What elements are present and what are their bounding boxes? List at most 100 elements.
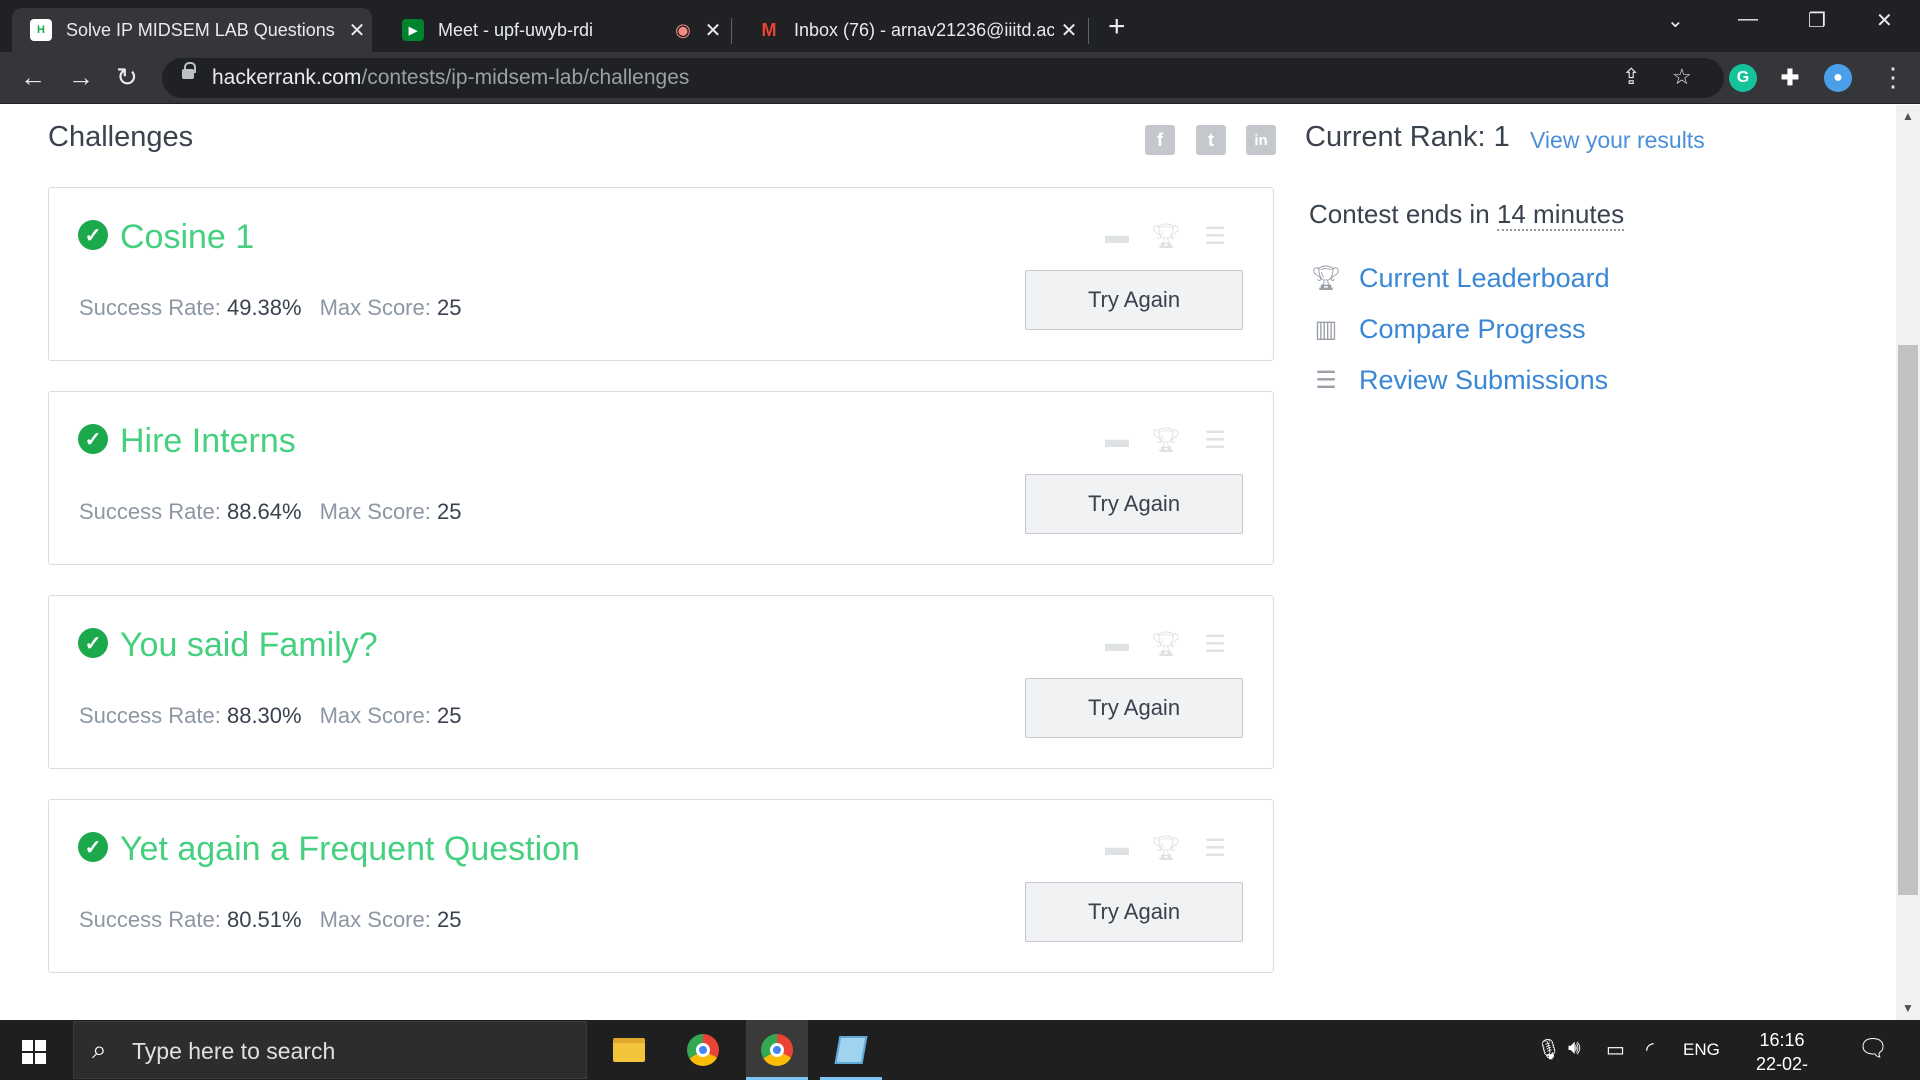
list-icon[interactable]: ☰ xyxy=(1201,834,1229,862)
contest-countdown: Contest ends in 14 minutes xyxy=(1309,199,1625,231)
twitter-share-icon[interactable]: t xyxy=(1196,125,1226,155)
challenge-card-cosine-1: ✓ Cosine 1 Success Rate: 49.38% Max Score… xyxy=(48,187,1274,361)
tab-search-chevron-icon[interactable]: ⌄ xyxy=(1667,8,1684,33)
close-icon[interactable]: ✕ xyxy=(342,18,372,43)
minimize-icon[interactable]: — xyxy=(1738,8,1758,31)
wifi-icon[interactable]: ◜ xyxy=(1646,1037,1654,1062)
share-icon[interactable]: ⇪ xyxy=(1622,64,1640,90)
challenge-title[interactable]: Cosine 1 xyxy=(120,218,254,257)
challenge-card-yet-again-frequent-question: ✓ Yet again a Frequent Question Success … xyxy=(48,799,1274,973)
try-again-button[interactable]: Try Again xyxy=(1025,678,1243,738)
discussion-icon[interactable]: ▬ xyxy=(1103,834,1131,862)
battery-icon[interactable]: ▭ xyxy=(1606,1037,1625,1062)
current-rank: Current Rank: 1 xyxy=(1305,121,1510,153)
file-explorer-icon[interactable] xyxy=(598,1020,660,1080)
search-placeholder: Type here to search xyxy=(132,1038,336,1064)
browser-tab-bar: H Solve IP MIDSEM LAB Questions ✕ ▶ Meet… xyxy=(0,0,1920,52)
tab-title: Inbox (76) - arnav21236@iiitd.ac xyxy=(794,19,1054,40)
try-again-button[interactable]: Try Again xyxy=(1025,882,1243,942)
tab-meet[interactable]: ▶ Meet - upf-uwyb-rdi ◉ ✕ xyxy=(384,8,728,52)
review-submissions-link[interactable]: ☰ Review Submissions xyxy=(1309,365,1608,396)
tab-title: Meet - upf-uwyb-rdi xyxy=(438,19,594,40)
challenge-card-hire-interns: ✓ Hire Interns Success Rate: 88.64% Max S… xyxy=(48,391,1274,565)
tab-hackerrank[interactable]: H Solve IP MIDSEM LAB Questions ✕ xyxy=(12,8,372,52)
new-tab-plus-icon[interactable]: + xyxy=(1108,10,1126,44)
reload-icon[interactable]: ↻ xyxy=(116,62,138,93)
list-icon[interactable]: ☰ xyxy=(1201,426,1229,454)
profile-avatar[interactable]: ● xyxy=(1824,64,1852,92)
challenge-stats: Success Rate: 88.30% Max Score: 25 xyxy=(79,703,462,728)
tab-separator xyxy=(1088,18,1089,44)
challenge-title[interactable]: Hire Interns xyxy=(120,422,296,461)
solved-check-icon: ✓ xyxy=(78,220,108,250)
page-content: Challenges f t in ✓ Cosine 1 Success Rat… xyxy=(0,105,1896,1020)
solved-check-icon: ✓ xyxy=(78,628,108,658)
windows-start-icon[interactable] xyxy=(22,1040,46,1064)
solved-check-icon: ✓ xyxy=(78,832,108,862)
view-results-link[interactable]: View your results xyxy=(1530,127,1705,154)
url-text[interactable]: hackerrank.com/contests/ip-midsem-lab/ch… xyxy=(212,66,689,90)
search-icon: ⌕ xyxy=(92,1034,107,1064)
page-title: Challenges xyxy=(48,121,194,153)
countdown-time: 14 minutes xyxy=(1496,199,1625,231)
windows-taskbar: ⌕ Type here to search 🎙︎ 🔊︎ ▭ ◜ ENG 16:1… xyxy=(0,1020,1920,1080)
grammarly-extension-icon[interactable]: G xyxy=(1729,64,1757,92)
volume-icon[interactable]: 🔊︎ xyxy=(1568,1037,1581,1060)
taskbar-clock[interactable]: 16:16 22-02-2022 xyxy=(1736,1028,1828,1080)
scroll-thumb[interactable] xyxy=(1898,345,1918,895)
chrome-icon[interactable] xyxy=(672,1020,734,1080)
tab-separator xyxy=(731,18,732,44)
list-icon[interactable]: ☰ xyxy=(1201,630,1229,658)
hackerrank-icon: H xyxy=(30,19,52,41)
extensions-puzzle-icon[interactable]: ✚ xyxy=(1776,64,1804,92)
taskbar-search-box[interactable]: ⌕ Type here to search xyxy=(73,1021,587,1079)
close-icon[interactable]: ✕ xyxy=(698,18,728,43)
discussion-icon[interactable]: ▬ xyxy=(1103,426,1131,454)
current-leaderboard-link[interactable]: 🏆︎ Current Leaderboard xyxy=(1309,263,1610,294)
forward-arrow-icon[interactable]: → xyxy=(68,62,94,93)
tab-title: Solve IP MIDSEM LAB Questions xyxy=(66,19,335,40)
tab-gmail[interactable]: M Inbox (76) - arnav21236@iiitd.ac ✕ xyxy=(740,8,1084,52)
challenge-stats: Success Rate: 80.51% Max Score: 25 xyxy=(79,907,462,932)
trophy-icon[interactable]: 🏆︎ xyxy=(1151,222,1181,250)
discussion-icon[interactable]: ▬ xyxy=(1103,630,1131,658)
back-arrow-icon[interactable]: ← xyxy=(20,62,46,93)
linkedin-share-icon[interactable]: in xyxy=(1246,125,1276,155)
try-again-button[interactable]: Try Again xyxy=(1025,474,1243,534)
page-scrollbar[interactable]: ▲ ▼ xyxy=(1896,105,1920,1020)
challenge-title[interactable]: Yet again a Frequent Question xyxy=(120,830,580,869)
google-meet-icon: ▶ xyxy=(402,19,424,41)
window-close-icon[interactable]: ✕ xyxy=(1876,8,1893,33)
scroll-down-arrow-icon[interactable]: ▼ xyxy=(1902,1001,1914,1015)
trophy-icon[interactable]: 🏆︎ xyxy=(1151,630,1181,658)
challenge-stats: Success Rate: 88.64% Max Score: 25 xyxy=(79,499,462,524)
list-icon[interactable]: ☰ xyxy=(1201,222,1229,250)
browser-toolbar: ← → ↻ hackerrank.com/contests/ip-midsem-… xyxy=(0,52,1920,104)
recording-icon: ◉ xyxy=(675,19,691,40)
notification-icon[interactable]: 🗨︎ xyxy=(1858,1034,1888,1063)
lock-icon xyxy=(182,62,196,79)
scroll-up-arrow-icon[interactable]: ▲ xyxy=(1902,109,1914,123)
chrome-profile-icon[interactable] xyxy=(746,1020,808,1080)
restore-icon[interactable]: ❐ xyxy=(1808,8,1826,33)
challenge-card-you-said-family: ✓ You said Family? Success Rate: 88.30% M… xyxy=(48,595,1274,769)
bookmark-star-icon[interactable]: ☆ xyxy=(1672,64,1692,90)
discussion-icon[interactable]: ▬ xyxy=(1103,222,1131,250)
address-bar[interactable]: hackerrank.com/contests/ip-midsem-lab/ch… xyxy=(162,58,1724,98)
try-again-button[interactable]: Try Again xyxy=(1025,270,1243,330)
list-icon: ☰ xyxy=(1315,367,1337,394)
challenge-title[interactable]: You said Family? xyxy=(120,626,378,665)
notepad-icon[interactable] xyxy=(820,1020,882,1080)
facebook-share-icon[interactable]: f xyxy=(1145,125,1175,155)
trophy-icon: 🏆︎ xyxy=(1310,265,1342,292)
solved-check-icon: ✓ xyxy=(78,424,108,454)
challenge-stats: Success Rate: 49.38% Max Score: 25 xyxy=(79,295,462,320)
compare-progress-link[interactable]: ▥ Compare Progress xyxy=(1309,314,1586,345)
menu-kebab-icon[interactable]: ⋮ xyxy=(1880,62,1906,93)
bar-chart-icon: ▥ xyxy=(1314,316,1338,343)
language-indicator[interactable]: ENG xyxy=(1683,1040,1720,1060)
trophy-icon[interactable]: 🏆︎ xyxy=(1151,834,1181,862)
trophy-icon[interactable]: 🏆︎ xyxy=(1151,426,1181,454)
close-icon[interactable]: ✕ xyxy=(1054,18,1084,43)
microphone-icon[interactable]: 🎙︎ xyxy=(1536,1037,1561,1062)
